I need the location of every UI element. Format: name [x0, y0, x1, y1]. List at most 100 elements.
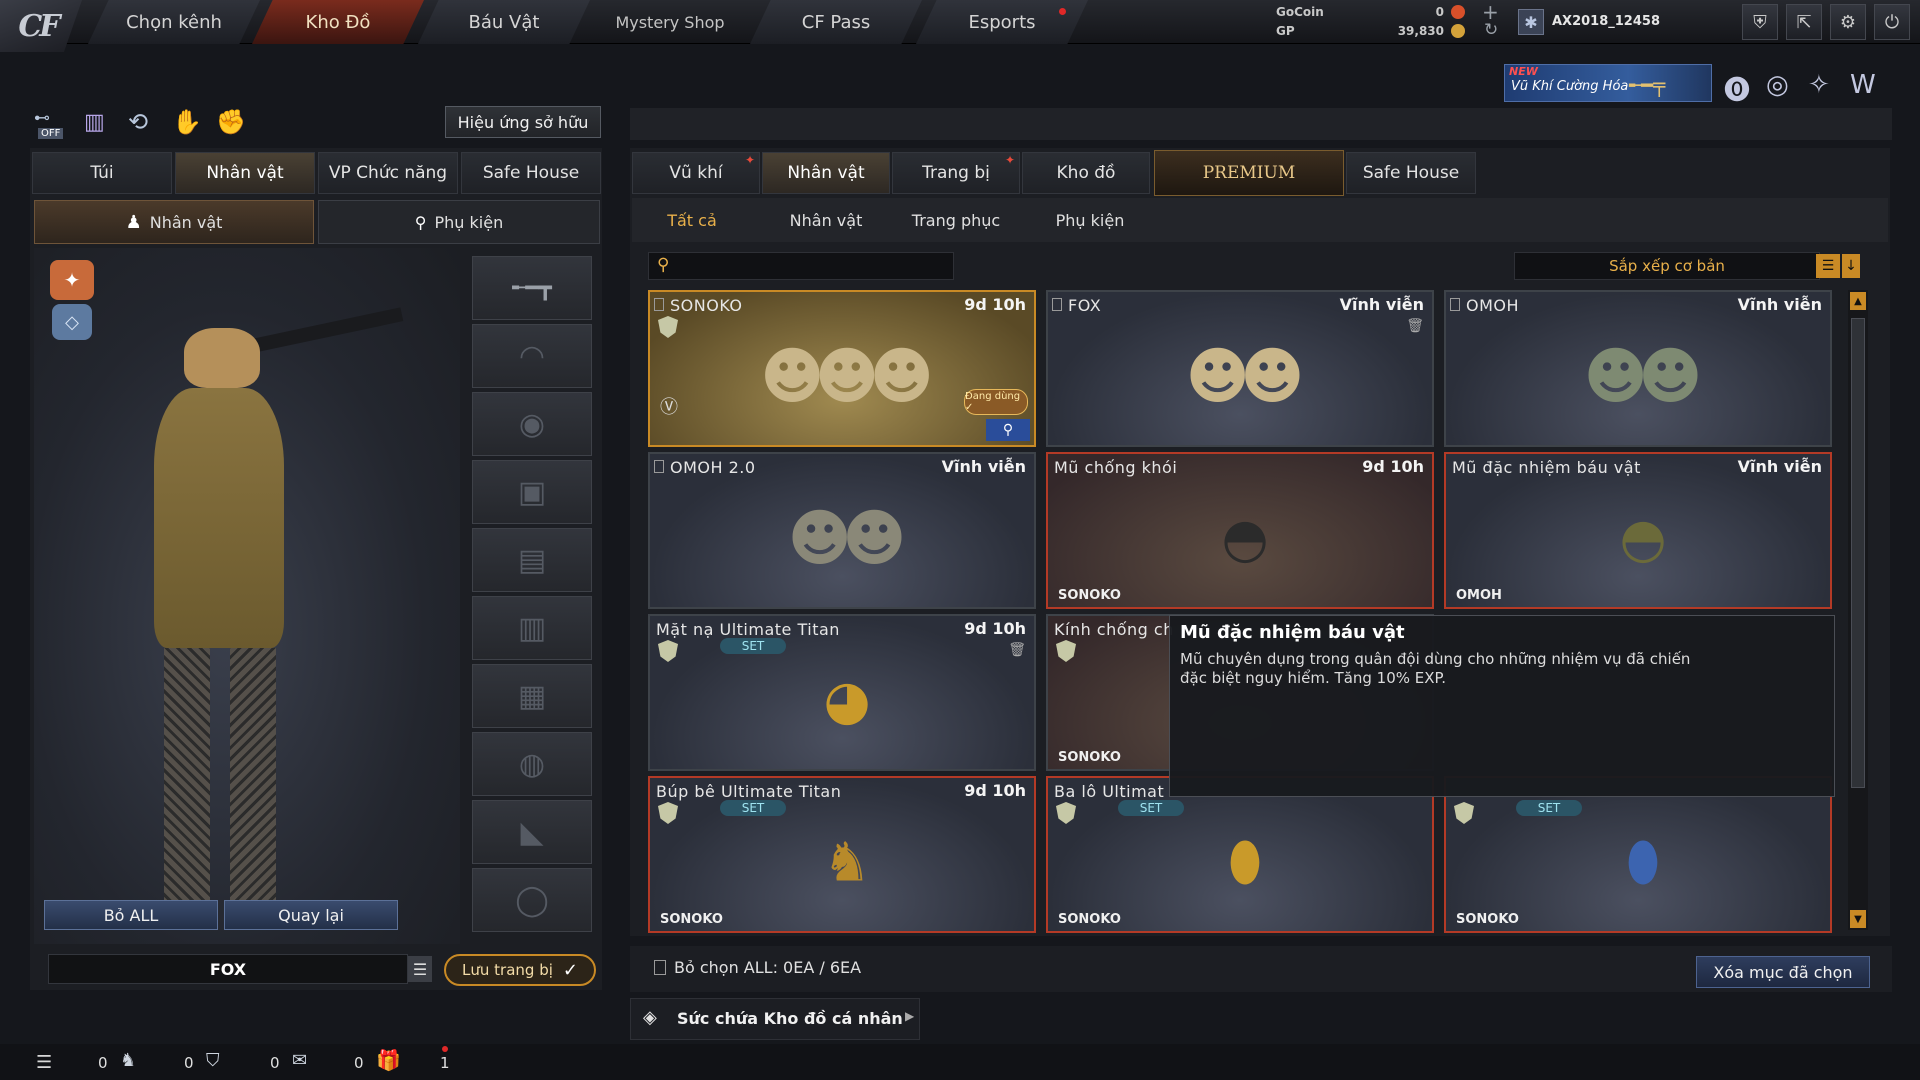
- item-card-titan-mask[interactable]: Mặt nạ Ultimate Titan 9d 10h SET 🗑 ◕: [648, 614, 1036, 771]
- v-badge-icon[interactable]: ⓿: [1724, 70, 1750, 107]
- tab-safe-house-left[interactable]: Safe House: [461, 152, 601, 194]
- tab-nhan-vat[interactable]: Nhân vật: [762, 152, 890, 194]
- tab-kho-do[interactable]: Kho đồ: [1022, 152, 1150, 194]
- chat-icon[interactable]: ✉: [292, 1050, 307, 1071]
- owned-effects-button[interactable]: Hiệu ứng sở hữu: [445, 106, 601, 138]
- nav-tab-chon-kenh[interactable]: Chọn kênh: [88, 0, 260, 44]
- search-box[interactable]: ⚲: [648, 252, 954, 280]
- team-badge-alt-icon[interactable]: ◇: [52, 304, 92, 340]
- in-use-badge: Đang dùng ✓: [964, 389, 1028, 415]
- sort-direction-icon[interactable]: ↓: [1842, 254, 1860, 278]
- item-card-omoh[interactable]: OMOH Vĩnh viễn ☻☻: [1444, 290, 1832, 447]
- save-loadout-button[interactable]: Lưu trang bị ✓: [444, 954, 596, 986]
- slot-vest[interactable]: ▤: [472, 528, 592, 592]
- friends-icon[interactable]: ♞: [120, 1050, 136, 1071]
- slot-glasses[interactable]: ◉: [472, 392, 592, 456]
- slot-gloves[interactable]: ◍: [472, 732, 592, 796]
- capacity-label: Sức chứa Kho đồ cá nhân: [677, 1009, 903, 1028]
- delete-selected-button[interactable]: Xóa mục đã chọn: [1696, 956, 1870, 988]
- search-input[interactable]: [681, 255, 949, 277]
- tab-safe-house[interactable]: Safe House: [1346, 152, 1476, 194]
- bookmark-icon[interactable]: [1052, 298, 1062, 311]
- item-card-titan-backpack[interactable]: Ba lô Ultimat SET ⬮ SONOKO: [1046, 776, 1434, 933]
- refresh-icon[interactable]: ↻: [1484, 20, 1498, 40]
- bookmark-icon[interactable]: [654, 960, 666, 975]
- slot-accessory[interactable]: ◯: [472, 868, 592, 932]
- shield-outline-icon[interactable]: ⛉: [206, 1050, 220, 1071]
- back-button[interactable]: Quay lại: [224, 900, 398, 930]
- zoom-icon[interactable]: ⚲: [986, 419, 1030, 441]
- tab-trang-bi[interactable]: Trang bị ✦: [892, 152, 1020, 194]
- character-group-graphic: ☻☻: [1583, 339, 1702, 413]
- tab-vu-khi[interactable]: Vũ khí ✦: [632, 152, 760, 194]
- remove-all-button[interactable]: Bỏ ALL: [44, 900, 218, 930]
- nav-tab-bau-vat[interactable]: Báu Vật: [418, 0, 590, 44]
- list-icon[interactable]: ☰: [36, 1052, 52, 1073]
- scrollbar-thumb[interactable]: [1851, 318, 1865, 788]
- gift-box-icon[interactable]: 🎁: [376, 1048, 401, 1072]
- tab-vp-chuc-nang[interactable]: VP Chức năng: [318, 152, 458, 194]
- clan-icon[interactable]: ⛨: [1742, 4, 1778, 40]
- event-icon[interactable]: ✧: [1808, 70, 1830, 100]
- notification-count: 1: [440, 1054, 450, 1072]
- helmet-graphic: ◓: [1221, 506, 1268, 570]
- scroll-down-icon[interactable]: ▼: [1850, 910, 1866, 928]
- character-preview[interactable]: ✦ ◇: [34, 248, 460, 944]
- slot-helmet[interactable]: ◠: [472, 324, 592, 388]
- scroll-up-icon[interactable]: ▲: [1850, 292, 1866, 310]
- item-card-omoh-2[interactable]: OMOH 2.0 Vĩnh viễn ☻☻: [648, 452, 1036, 609]
- promo-banner[interactable]: NEW Vũ Khí Cường Hóa ╾━╤: [1504, 64, 1712, 102]
- slot-mask[interactable]: ▣: [472, 460, 592, 524]
- item-card-titan-doll[interactable]: Búp bê Ultimate Titan 9d 10h SET ♞ SONOK…: [648, 776, 1036, 933]
- character-leg-right-graphic: [230, 648, 276, 908]
- slot-backpack[interactable]: ▥: [472, 596, 592, 660]
- exit-room-icon[interactable]: ⇱: [1786, 4, 1822, 40]
- armor-graphic: ⬮: [1626, 830, 1660, 894]
- item-card-treasure-helmet[interactable]: Mũ đặc nhiệm báu vật Vĩnh viễn ◓ OMOH: [1444, 452, 1832, 609]
- filter-nhan-vat[interactable]: Nhân vật: [766, 206, 886, 234]
- deselect-all-label[interactable]: Bỏ chọn ALL: 0EA / 6EA: [674, 958, 861, 977]
- action-icon[interactable]: ✊: [216, 108, 246, 136]
- menu-icon[interactable]: ☰: [408, 956, 432, 982]
- subtab-phu-kien[interactable]: ⚲ Phụ kiện: [318, 200, 600, 244]
- item-card-smoke-helmet[interactable]: Mũ chống khói 9d 10h ◓ SONOKO: [1046, 452, 1434, 609]
- tab-nhan-vat-left[interactable]: Nhân vật: [175, 152, 315, 194]
- power-icon[interactable]: ⏻: [1874, 4, 1910, 40]
- nav-tab-esports[interactable]: Esports: [916, 0, 1088, 44]
- slot-boots[interactable]: ◣: [472, 800, 592, 864]
- item-name: Mặt nạ Ultimate Titan: [656, 620, 840, 639]
- filter-phu-kien[interactable]: Phụ kiện: [1030, 206, 1150, 234]
- capacity-bar[interactable]: ◈ Sức chứa Kho đồ cá nhân ▶: [630, 998, 920, 1040]
- bookmark-icon[interactable]: [654, 460, 664, 473]
- bookmark-icon[interactable]: [1450, 298, 1460, 311]
- bookmark-icon[interactable]: [654, 298, 664, 311]
- globe-icon[interactable]: ◎: [1766, 70, 1789, 100]
- item-card-titan-armor[interactable]: SET ⬮ SONOKO: [1444, 776, 1832, 933]
- trash-icon[interactable]: 🗑: [1406, 318, 1424, 334]
- subtab-phu-kien-label: Phụ kiện: [434, 212, 504, 232]
- slot-pants[interactable]: ▦: [472, 664, 592, 728]
- ranking-icon[interactable]: ▥: [84, 110, 105, 135]
- gear-icon[interactable]: ⚙: [1830, 4, 1866, 40]
- filter-tat-ca[interactable]: Tất cả: [632, 206, 752, 234]
- item-card-sonoko[interactable]: SONOKO 9d 10h Ⓥ ☻☻☻ Đang dùng ✓ ⚲: [648, 290, 1036, 447]
- nav-tab-cf-pass[interactable]: CF Pass: [750, 0, 922, 44]
- item-duration: 9d 10h: [1362, 457, 1424, 476]
- subtab-nhan-vat[interactable]: ♟ Nhân vật: [34, 200, 314, 244]
- item-card-fox[interactable]: FOX Vĩnh viễn 🗑 ☻☻: [1046, 290, 1434, 447]
- sort-dropdown[interactable]: Sắp xếp cơ bản: [1514, 252, 1820, 280]
- list-view-icon[interactable]: ☰: [1816, 254, 1840, 278]
- trash-icon[interactable]: 🗑: [1008, 642, 1026, 658]
- slot-weapon[interactable]: ╾━┳: [472, 256, 592, 320]
- mask-graphic: ◕: [823, 668, 870, 732]
- team-badge-icon[interactable]: ✦: [50, 260, 94, 300]
- tab-premium[interactable]: PREMIUM: [1154, 150, 1344, 196]
- nav-tab-mystery-shop[interactable]: Mystery Shop: [584, 0, 756, 44]
- gocoin-icon: [1451, 5, 1465, 19]
- tab-tui[interactable]: Túi: [32, 152, 172, 194]
- rotate-icon[interactable]: ⟲: [128, 108, 148, 136]
- nav-tab-kho-do[interactable]: Kho Đồ: [252, 0, 424, 44]
- w-logo-icon[interactable]: W: [1850, 70, 1876, 100]
- pose-icon[interactable]: ✋: [172, 108, 202, 136]
- filter-trang-phuc[interactable]: Trang phục: [896, 206, 1016, 234]
